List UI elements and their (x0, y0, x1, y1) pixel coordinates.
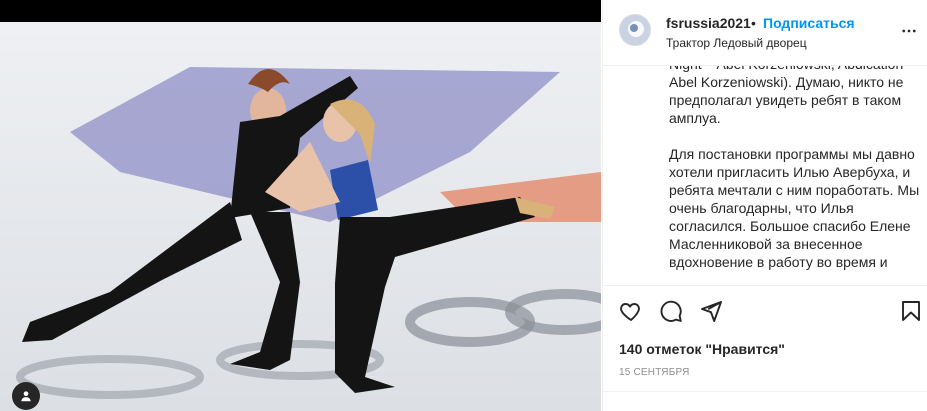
caption-line: ребята мечтали с ним поработать. Мы (669, 182, 920, 198)
header-separator: • (751, 15, 756, 31)
heart-icon[interactable] (619, 299, 643, 323)
author-avatar[interactable] (619, 14, 651, 46)
paper-plane-icon[interactable] (699, 299, 723, 323)
post-header: fsrussia2021 • Подписаться Трактор Ледов… (603, 0, 927, 66)
post-photo[interactable] (0, 22, 601, 411)
comment-divider (603, 391, 927, 392)
post-location[interactable]: Трактор Ледовый дворец (666, 36, 807, 50)
action-bar (603, 285, 927, 337)
caption-line: очень благодарны, что Илья (669, 200, 854, 216)
tagged-users-button[interactable] (12, 382, 40, 410)
more-horizontal-icon[interactable] (900, 22, 918, 40)
caption-line: Night – Abel Korzeniowski, Abdication - (669, 66, 921, 73)
post-date[interactable]: 15 СЕНТЯБРЯ (619, 367, 690, 378)
post-caption: Night – Abel Korzeniowski, Abdication -A… (669, 66, 921, 271)
likes-text[interactable]: 140 отметок "Нравится" (619, 341, 785, 357)
post-photo-pane[interactable] (0, 0, 601, 411)
user-tag-icon (21, 391, 31, 402)
caption-line: Abel Korzeniowski). Думаю, никто не (669, 74, 904, 90)
follow-button[interactable]: Подписаться (763, 15, 855, 31)
caption-line: Для постановки программы мы давно (669, 146, 915, 162)
caption-line (669, 127, 921, 145)
caption-line: амплуа. (669, 110, 721, 126)
photo-top-letterbox (0, 0, 601, 22)
caption-line: предполагал увидеть ребят в таком (669, 92, 902, 108)
caption-line: вдохновение в работу во время и (669, 254, 888, 270)
caption-line: согласился. Большое спасибо Елене (669, 218, 911, 234)
comment-icon[interactable] (659, 299, 683, 323)
likes-count[interactable]: 140 отметок "Нравится" (619, 341, 785, 357)
caption-scroll-area[interactable]: Night – Abel Korzeniowski, Abdication -A… (603, 66, 927, 284)
author-username[interactable]: fsrussia2021 (666, 15, 751, 31)
post-side-panel: fsrussia2021 • Подписаться Трактор Ледов… (602, 0, 927, 411)
bookmark-icon[interactable] (899, 299, 923, 323)
caption-line: хотели пригласить Илью Авербуха, и (669, 164, 911, 180)
caption-line: Масленниковой за внесенное (669, 236, 863, 252)
